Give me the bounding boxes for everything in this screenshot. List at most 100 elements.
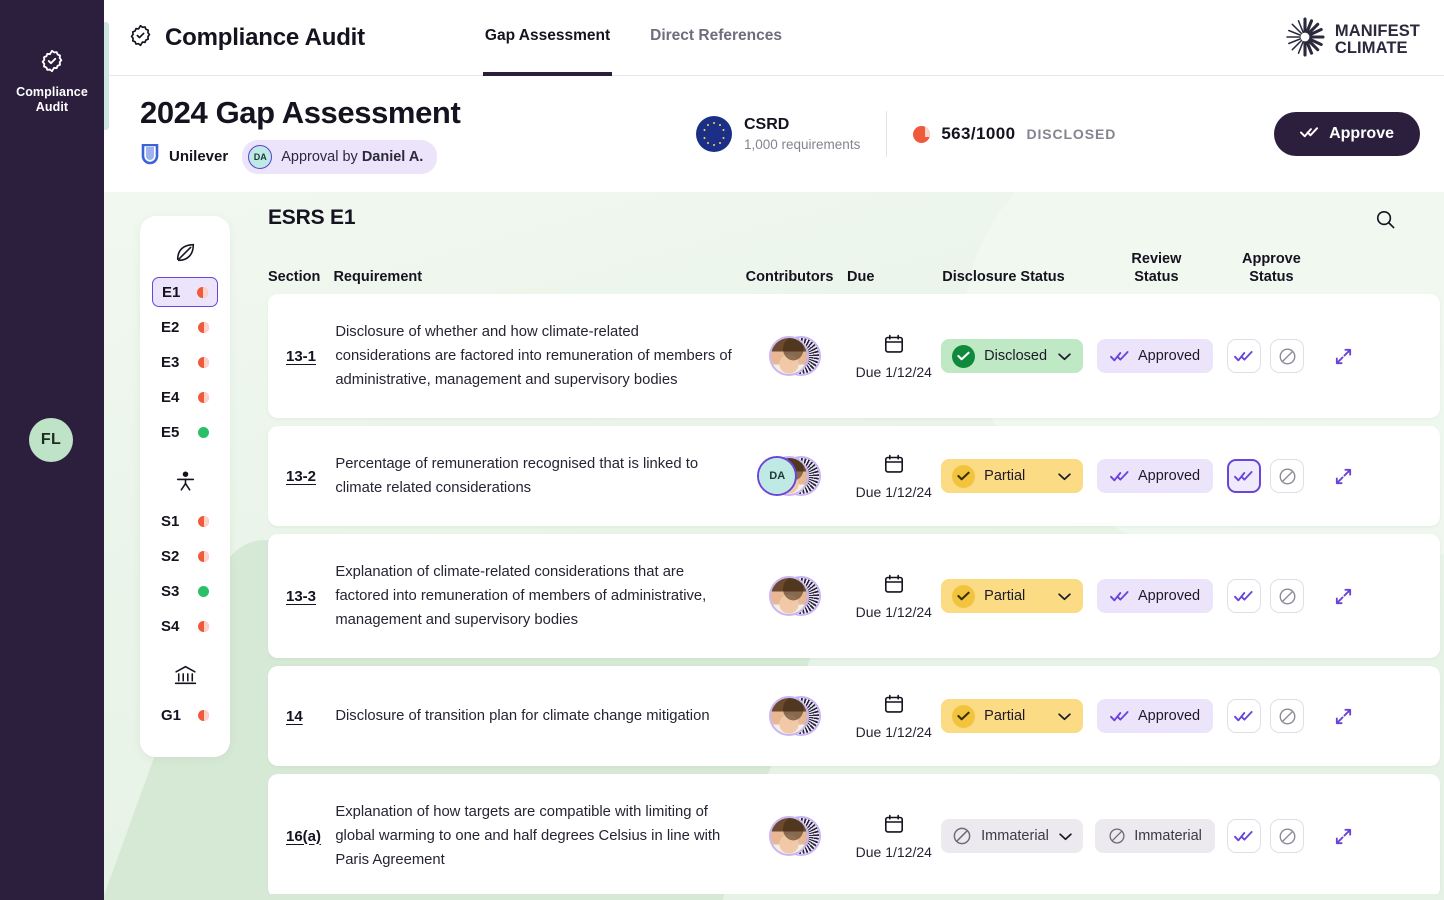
vertical-divider — [886, 111, 888, 157]
nav-item-e1[interactable]: E1 — [152, 277, 218, 307]
table-row[interactable]: 14 Disclosure of transition plan for clim… — [268, 666, 1440, 766]
disclosure-status-select[interactable]: Partial — [941, 459, 1084, 493]
table-row[interactable]: 13-1 Disclosure of whether and how climat… — [268, 294, 1440, 418]
expand-icon — [1334, 827, 1353, 846]
framework-block: CSRD CSRD 1,000 requirements — [696, 116, 860, 152]
expand-row-button[interactable] — [1329, 702, 1357, 730]
tab-gap-assessment[interactable]: Gap Assessment — [482, 0, 613, 76]
table-row[interactable]: 13-2 Percentage of remuneration recognise… — [268, 426, 1440, 526]
chevron-down-icon — [1058, 832, 1073, 841]
approve-toggle-button[interactable] — [1227, 339, 1262, 373]
ban-icon — [1108, 827, 1126, 845]
reject-toggle-button[interactable] — [1270, 579, 1305, 613]
reject-toggle-button[interactable] — [1270, 459, 1305, 493]
cell-section: 16(a) — [270, 828, 335, 845]
approve-toggle-button[interactable] — [1227, 699, 1262, 733]
expand-row-button[interactable] — [1329, 462, 1357, 490]
bank-icon — [140, 663, 230, 688]
content-area: Compliance Audit Gap Assessment Direct R… — [104, 0, 1444, 900]
nav-item-e2[interactable]: E2 — [152, 312, 218, 342]
nav-item-label: S3 — [161, 582, 180, 600]
section-link[interactable]: 16(a) — [286, 828, 321, 845]
section-link[interactable]: 13-2 — [286, 468, 316, 485]
compliance-badge-icon — [128, 23, 153, 53]
nav-item-g1[interactable]: G1 — [152, 700, 218, 730]
check-circle-icon — [952, 704, 976, 728]
column-header-due: Due — [847, 269, 875, 285]
organization: Unilever — [140, 143, 229, 170]
approval-chip[interactable]: DA Approval by Daniel A. — [242, 139, 438, 174]
logo-wordmark: MANIFEST CLIMATE — [1334, 21, 1420, 57]
cell-disclosure-status: Disclosed — [941, 339, 1099, 373]
logo-line-1: MANIFEST — [1334, 21, 1420, 40]
cell-section: 13-1 — [270, 348, 335, 365]
double-check-icon — [1300, 125, 1319, 144]
approve-toggle-button[interactable] — [1227, 459, 1262, 493]
status-partial-icon — [198, 550, 209, 562]
cell-approve-status — [1211, 339, 1329, 373]
ban-icon — [1278, 707, 1297, 726]
avatar-stack[interactable] — [757, 696, 822, 736]
nav-item-s4[interactable]: S4 — [152, 611, 218, 641]
page-subheader: Unilever DA Approval by Daniel A. — [140, 139, 660, 174]
nav-item-label: E2 — [161, 318, 180, 336]
nav-item-label: E4 — [161, 388, 180, 406]
reject-toggle-button[interactable] — [1270, 699, 1305, 733]
table-header-row: Section Requirement Contributors Due Dis… — [264, 242, 1444, 294]
expand-row-button[interactable] — [1329, 582, 1357, 610]
reject-toggle-button[interactable] — [1270, 339, 1305, 373]
nav-item-e3[interactable]: E3 — [152, 347, 218, 377]
approve-toggle-button[interactable] — [1227, 819, 1262, 853]
eu-flag-icon: CSRD — [696, 116, 732, 152]
cell-due: Due 1/12/24 — [846, 453, 941, 500]
status-partial-icon — [198, 620, 209, 632]
user-avatar[interactable]: FL — [29, 418, 73, 462]
review-status-label: Approved — [1138, 468, 1201, 484]
chevron-down-icon — [1057, 472, 1072, 481]
section-link[interactable]: 14 — [286, 708, 303, 725]
avatar-stack[interactable]: DA — [757, 456, 822, 496]
cell-contributors — [732, 336, 846, 376]
approve-toggle-button[interactable] — [1227, 579, 1262, 613]
calendar-icon — [883, 813, 905, 840]
rail-item-compliance-audit[interactable]: Compliance Audit — [0, 48, 104, 115]
user-avatar-initials: FL — [40, 431, 62, 448]
search-button[interactable] — [1370, 206, 1400, 236]
expand-row-button[interactable] — [1329, 822, 1357, 850]
double-check-icon — [1110, 590, 1130, 603]
column-header-section: Section — [268, 269, 321, 285]
nav-item-e4[interactable]: E4 — [152, 382, 218, 412]
tab-label: Gap Assessment — [484, 26, 611, 44]
avatar — [769, 576, 810, 616]
due-date: Due 1/12/24 — [855, 603, 932, 620]
organization-name: Unilever — [169, 148, 229, 165]
avatar-stack[interactable] — [757, 336, 822, 376]
section-link[interactable]: 13-1 — [286, 348, 316, 365]
nav-item-s1[interactable]: S1 — [152, 506, 218, 536]
disclosure-status-select[interactable]: Partial — [941, 579, 1084, 613]
disclosure-status-select[interactable]: Immaterial — [941, 819, 1084, 853]
nav-item-e5[interactable]: E5 — [152, 417, 218, 447]
table-row[interactable]: 16(a) Explanation of how targets are comp… — [268, 774, 1440, 894]
nav-item-s3[interactable]: S3 — [152, 576, 218, 606]
nav-item-s2[interactable]: S2 — [152, 541, 218, 571]
cell-due: Due 1/12/24 — [846, 693, 941, 740]
double-check-icon — [1234, 350, 1254, 363]
nav-item-label: E5 — [161, 423, 180, 441]
rail-item-label: Compliance Audit — [16, 85, 88, 114]
disclosure-status-select[interactable]: Partial — [941, 699, 1084, 733]
cell-review-status: Approved — [1097, 699, 1214, 733]
cell-requirement: Disclosure of transition plan for climat… — [335, 704, 732, 728]
approve-button[interactable]: Approve — [1274, 112, 1420, 156]
requirement-text: Explanation of climate-related considera… — [335, 564, 707, 628]
reject-toggle-button[interactable] — [1270, 819, 1305, 853]
avatar-stack[interactable] — [757, 816, 822, 856]
expand-row-button[interactable] — [1329, 342, 1357, 370]
partial-progress-icon — [913, 125, 931, 143]
disclosure-status-select[interactable]: Disclosed — [941, 339, 1084, 373]
avatar-stack[interactable] — [757, 576, 822, 616]
table-row[interactable]: 13-3 Explanation of climate-related consi… — [268, 534, 1440, 658]
calendar-icon — [883, 453, 905, 480]
section-link[interactable]: 13-3 — [286, 588, 316, 605]
tab-direct-references[interactable]: Direct References — [648, 0, 784, 76]
